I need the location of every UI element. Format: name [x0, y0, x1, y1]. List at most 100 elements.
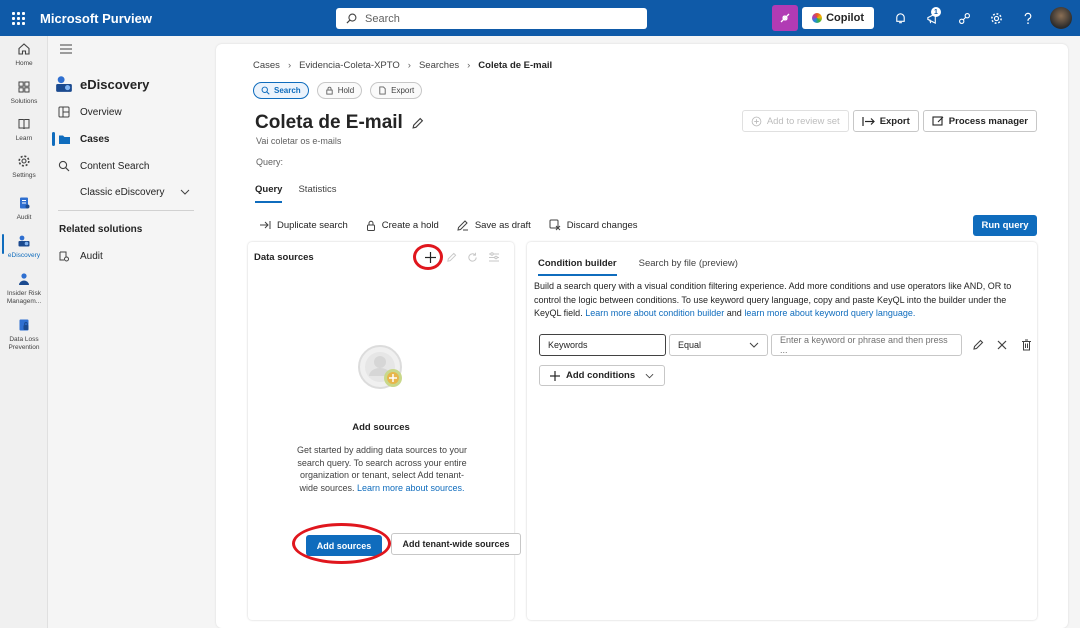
button-label: Process manager	[948, 115, 1028, 127]
copilot-button[interactable]: Copilot	[802, 7, 874, 29]
add-conditions-label: Add conditions	[566, 370, 636, 381]
connections-button[interactable]	[948, 0, 980, 36]
pill-export[interactable]: Export	[370, 82, 423, 99]
rail-item-label: Audit	[16, 214, 32, 221]
alerts-button[interactable]: 1	[916, 0, 948, 36]
rail-item-insider-risk[interactable]: Insider Risk Managem...	[0, 270, 48, 306]
rail-item-settings[interactable]: Settings	[0, 152, 48, 180]
tab-search-by-file[interactable]: Search by file (preview)	[639, 258, 738, 276]
rail-item-label: Learn	[15, 135, 33, 142]
chevron-down-icon	[645, 373, 654, 378]
lock-icon	[326, 86, 333, 95]
learn-more-condition-builder-link[interactable]: Learn more about condition builder	[585, 308, 724, 318]
run-query-button[interactable]: Run query	[973, 215, 1037, 236]
rail-item-solutions[interactable]: Solutions	[0, 78, 48, 106]
learn-more-kql-link[interactable]: learn more about keyword query language.	[744, 308, 915, 318]
rail-item-ediscovery[interactable]: eDiscovery	[0, 232, 48, 260]
operator-value: Equal	[678, 340, 702, 350]
duplicate-search-button[interactable]: Duplicate search	[259, 219, 348, 231]
clear-condition-button[interactable]	[990, 339, 1014, 351]
add-conditions-button[interactable]: Add conditions	[539, 365, 666, 386]
nav-item-classic-ediscovery[interactable]: Classic eDiscovery	[52, 179, 202, 205]
overview-icon	[58, 106, 70, 118]
search-input[interactable]: Search	[336, 8, 647, 29]
edit-source-button[interactable]	[441, 249, 462, 265]
nav-item-label: Overview	[80, 106, 122, 118]
breadcrumb-item[interactable]: Cases	[253, 60, 280, 71]
solutions-icon	[18, 81, 30, 93]
refresh-button[interactable]	[462, 249, 483, 265]
tab-statistics[interactable]: Statistics	[298, 184, 336, 203]
pill-label: Hold	[337, 86, 355, 95]
link-icon	[958, 12, 970, 24]
save-draft-button[interactable]: Save as draft	[457, 219, 531, 231]
action-label: Create a hold	[381, 219, 439, 231]
audit-icon	[59, 251, 69, 262]
tab-condition-builder[interactable]: Condition builder	[538, 258, 617, 276]
pencil-icon[interactable]	[411, 117, 424, 130]
breadcrumb-item[interactable]: Searches	[419, 60, 459, 71]
app-title[interactable]: Microsoft Purview	[40, 11, 152, 26]
settings-button[interactable]	[980, 0, 1012, 36]
condition-field-value: Keywords	[548, 340, 588, 350]
process-manager-button[interactable]: Process manager	[922, 110, 1037, 132]
discard-changes-button[interactable]: Discard changes	[549, 219, 638, 231]
nav-title: eDiscovery	[54, 74, 149, 94]
data-sources-title: Data sources	[254, 252, 314, 263]
add-circle-icon	[751, 116, 762, 126]
plus-icon	[425, 251, 436, 263]
delete-condition-button[interactable]	[1014, 339, 1038, 351]
breadcrumb-item[interactable]: Evidencia-Coleta-XPTO	[299, 60, 400, 71]
help-button[interactable]	[1012, 0, 1044, 36]
rail-item-label: Home	[15, 60, 33, 67]
learn-more-sources-link[interactable]: Learn more about sources.	[357, 483, 465, 493]
export-button[interactable]: Export	[852, 110, 919, 132]
page-subtitle: Vai coletar os e-mails	[256, 136, 342, 146]
app-launcher-icon[interactable]	[0, 0, 36, 36]
query-label: Query:	[256, 157, 284, 167]
add-sources-button[interactable]: Add sources	[306, 535, 382, 556]
nav-item-content-search[interactable]: Content Search	[52, 153, 202, 179]
rail-item-dlp[interactable]: Data Loss Prevention	[0, 316, 48, 352]
trash-icon	[1021, 339, 1031, 351]
chevron-down-icon	[749, 342, 759, 348]
nav-item-audit[interactable]: Audit	[52, 243, 202, 269]
add-to-review-set-button[interactable]: Add to review set	[741, 110, 849, 132]
pill-hold[interactable]: Hold	[316, 82, 363, 99]
pill-search[interactable]: Search	[253, 82, 309, 99]
related-solutions-header: Related solutions	[59, 224, 143, 235]
filter-list-button[interactable]	[483, 249, 504, 265]
condition-field-input[interactable]: Keywords	[539, 334, 666, 356]
hamburger-icon[interactable]	[60, 44, 72, 54]
notifications-button[interactable]	[884, 0, 916, 36]
gear-icon	[18, 155, 30, 167]
rail-item-label: Settings	[12, 172, 36, 179]
avatar[interactable]	[1050, 7, 1072, 29]
search-icon	[58, 160, 70, 172]
rail-item-label: Solutions	[10, 98, 38, 105]
close-icon	[997, 340, 1007, 350]
create-hold-button[interactable]: Create a hold	[366, 219, 439, 231]
nav-item-cases[interactable]: Cases	[52, 126, 202, 152]
rail-item-label: Insider Risk Managem...	[6, 290, 42, 305]
discard-icon	[549, 219, 561, 231]
search-icon	[261, 86, 270, 95]
breadcrumb-current: Coleta de E-mail	[478, 60, 553, 71]
tab-query[interactable]: Query	[255, 184, 283, 203]
plus-icon	[550, 370, 560, 381]
edit-condition-button[interactable]	[966, 339, 990, 351]
rail-item-home[interactable]: Home	[0, 40, 48, 68]
rail-item-learn[interactable]: Learn	[0, 115, 48, 143]
copilot-plugin-button[interactable]	[772, 5, 799, 31]
nav-item-overview[interactable]: Overview	[52, 99, 202, 125]
rail-item-audit[interactable]: Audit	[0, 194, 48, 222]
operator-dropdown[interactable]: Equal	[669, 334, 768, 356]
document-icon	[379, 86, 386, 95]
header-buttons: Add to review set Export Process manager	[738, 110, 1037, 132]
add-tenant-wide-sources-button[interactable]: Add tenant-wide sources	[391, 533, 521, 555]
action-label: Duplicate search	[277, 219, 348, 231]
keyword-value-input[interactable]: Enter a keyword or phrase and then press…	[771, 334, 962, 356]
chevron-right-icon: ›	[407, 60, 411, 71]
alerts-badge: 1	[931, 7, 941, 17]
add-source-button[interactable]	[420, 249, 441, 265]
